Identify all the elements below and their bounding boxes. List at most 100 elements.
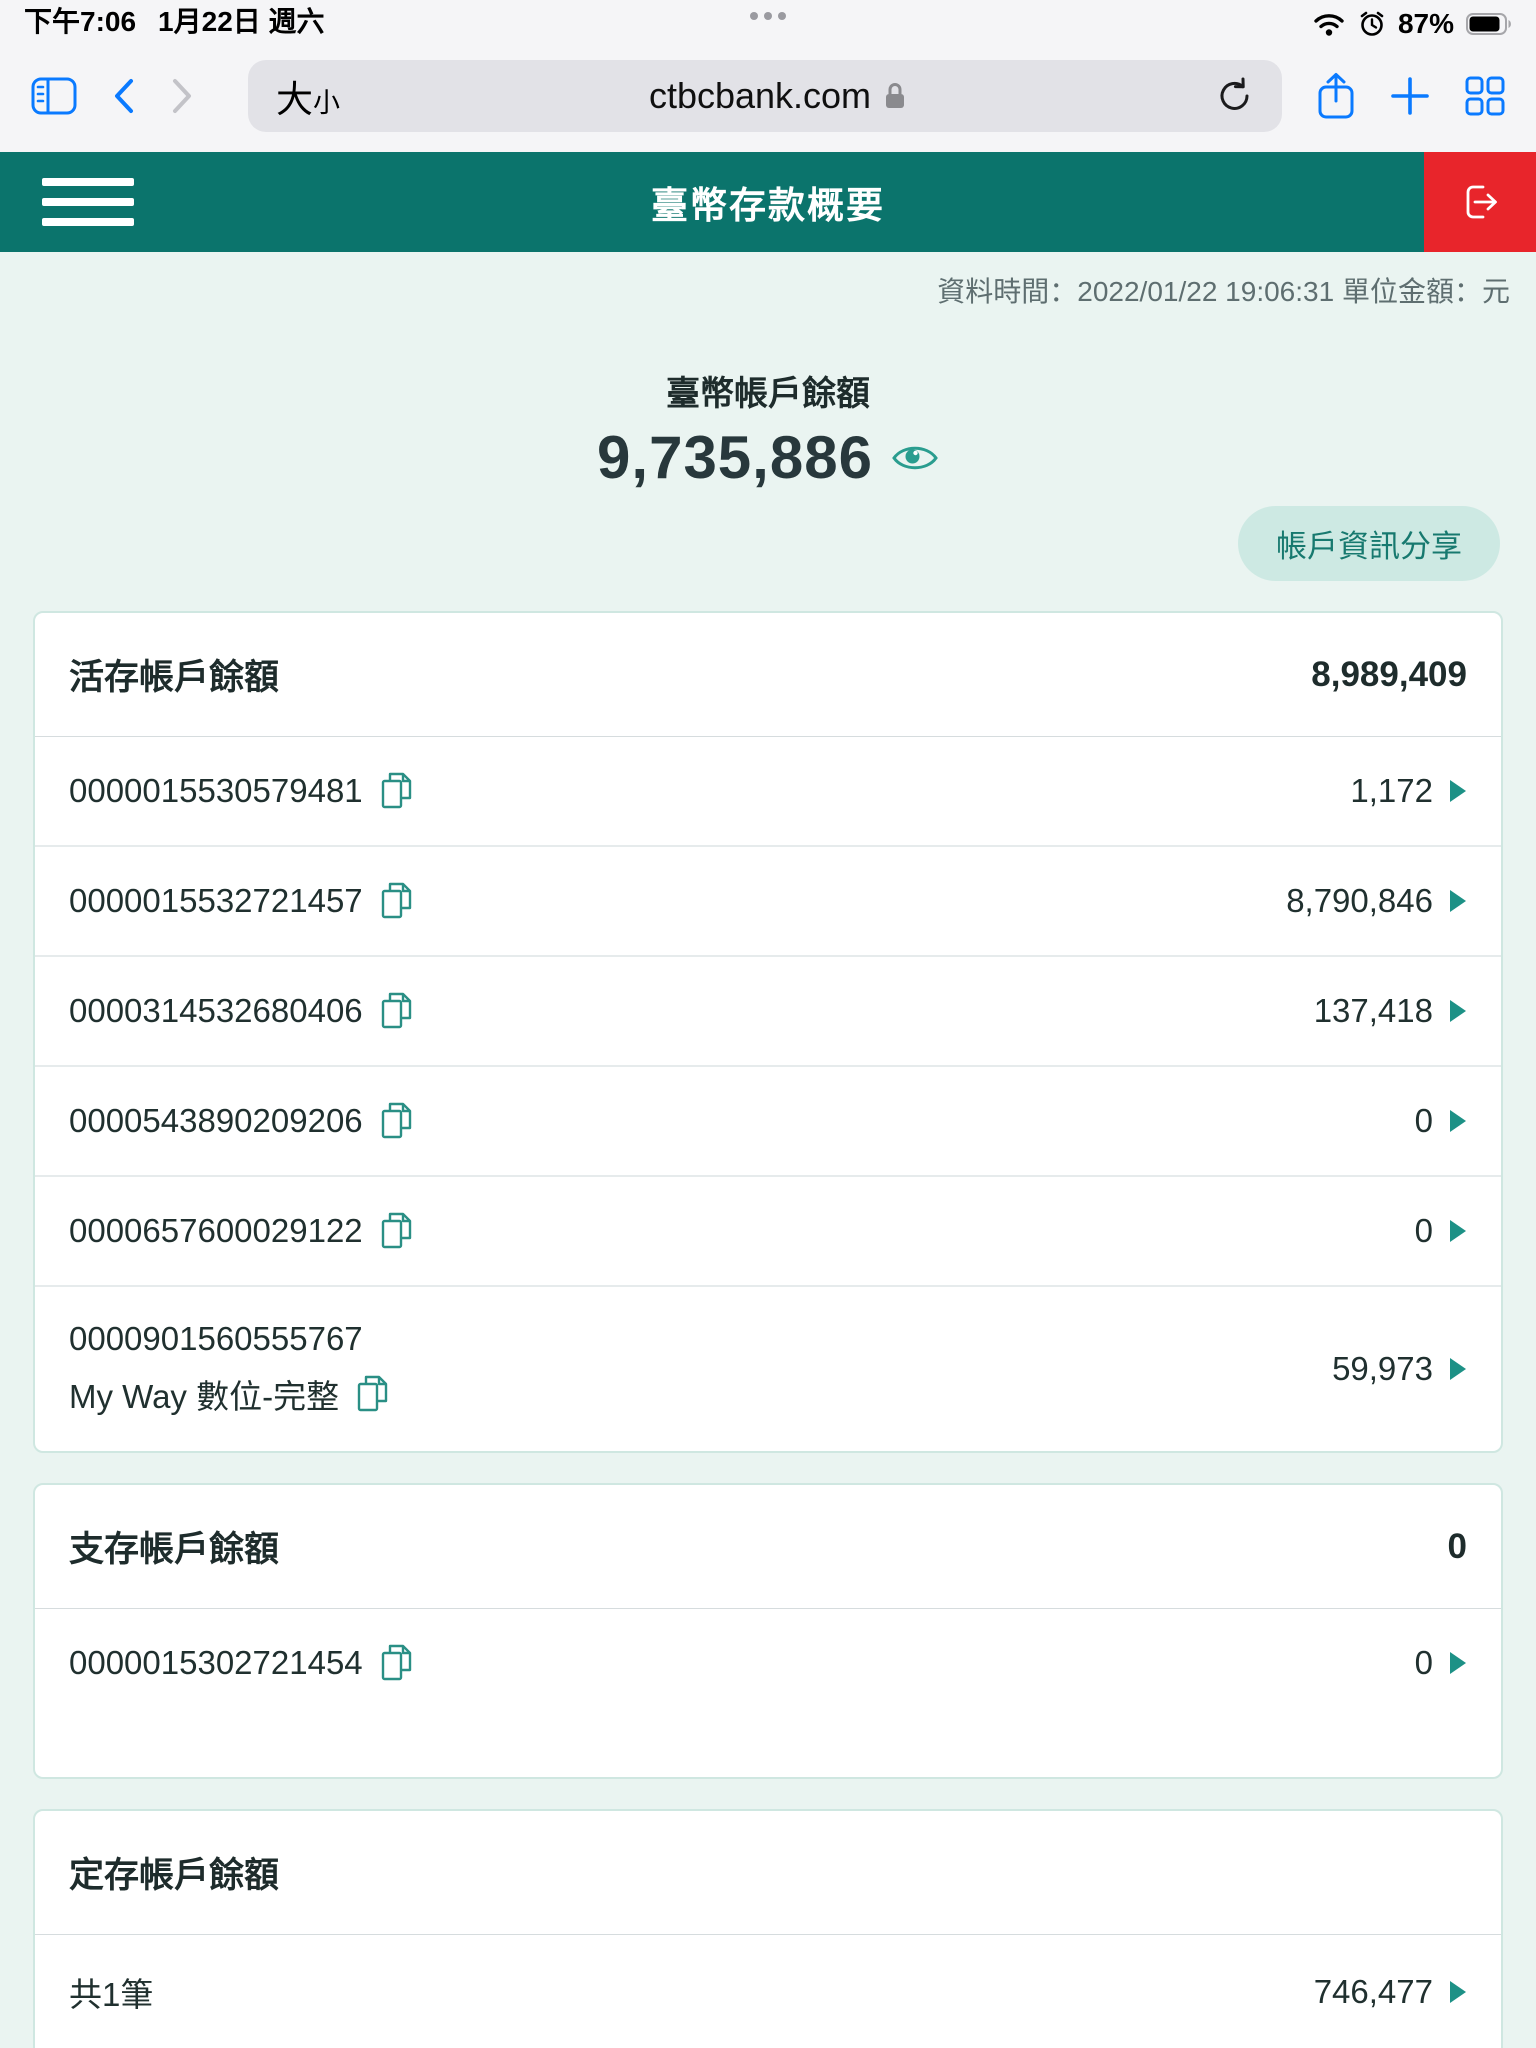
status-date: 1月22日 週六 bbox=[158, 0, 325, 40]
account-text: 0000015530579481 bbox=[69, 772, 363, 810]
card-title: 活存帳戶餘額 bbox=[69, 649, 279, 700]
account-text: My Way 數位-完整 bbox=[69, 1370, 339, 1418]
account-cell: 共1筆 bbox=[69, 1968, 153, 2016]
chevron-right-icon bbox=[1449, 1109, 1467, 1133]
text-size-button[interactable]: 大小 bbox=[276, 69, 340, 123]
url-bar[interactable]: 大小 ctbcbank.com bbox=[248, 60, 1282, 132]
account-text: 0000543890209206 bbox=[69, 1102, 363, 1140]
total-balance-amount: 9,735,886 bbox=[597, 423, 873, 492]
copy-icon[interactable] bbox=[379, 1210, 415, 1252]
wifi-icon bbox=[1312, 11, 1346, 37]
account-cell: 0000015530579481 bbox=[69, 770, 415, 812]
chevron-right-icon bbox=[1449, 779, 1467, 803]
status-time: 下午7:06 bbox=[24, 0, 136, 40]
data-time-label: 資料時間： bbox=[937, 276, 1077, 307]
battery-percent: 87% bbox=[1398, 8, 1454, 40]
chevron-right-icon bbox=[1449, 1357, 1467, 1381]
account-text: 0000015302721454 bbox=[69, 1644, 363, 1682]
card-header: 支存帳戶餘額 0 bbox=[35, 1485, 1501, 1609]
multitask-dots-icon bbox=[750, 12, 786, 20]
amount-cell: 0 bbox=[1415, 1102, 1467, 1140]
menu-icon[interactable] bbox=[42, 166, 134, 238]
copy-icon[interactable] bbox=[355, 1373, 391, 1415]
card-title: 支存帳戶餘額 bbox=[69, 1521, 279, 1572]
account-row[interactable]: 0000657600029122 0 bbox=[35, 1175, 1501, 1285]
card-total: 8,989,409 bbox=[1311, 655, 1467, 695]
copy-icon[interactable] bbox=[379, 1642, 415, 1684]
amount-cell: 8,790,846 bbox=[1286, 882, 1467, 920]
sidebar-icon[interactable] bbox=[30, 76, 78, 116]
balance-card: 支存帳戶餘額 0 0000015302721454 0 bbox=[33, 1483, 1503, 1779]
url-domain: ctbcbank.com bbox=[649, 75, 871, 117]
chevron-right-icon bbox=[1449, 1651, 1467, 1675]
account-row[interactable]: 共1筆 746,477 bbox=[35, 1935, 1501, 2048]
row-amount: 137,418 bbox=[1314, 992, 1433, 1030]
row-amount: 0 bbox=[1415, 1102, 1433, 1140]
row-amount: 8,790,846 bbox=[1286, 882, 1433, 920]
amount-cell: 746,477 bbox=[1314, 1973, 1467, 2011]
account-text: 0000015532721457 bbox=[69, 882, 363, 920]
card-rows: 共1筆 746,477 bbox=[35, 1935, 1501, 2048]
new-tab-icon[interactable] bbox=[1390, 76, 1430, 116]
eye-icon[interactable] bbox=[891, 441, 939, 475]
chevron-right-icon bbox=[1449, 1980, 1467, 2004]
account-row[interactable]: 0000314532680406 137,418 bbox=[35, 955, 1501, 1065]
share-icon[interactable] bbox=[1316, 71, 1356, 121]
account-cell: 0000543890209206 bbox=[69, 1100, 415, 1142]
account-cell: 0000314532680406 bbox=[69, 990, 415, 1032]
card-title: 定存帳戶餘額 bbox=[69, 1847, 279, 1898]
account-text: 共1筆 bbox=[69, 1968, 153, 2016]
forward-icon[interactable] bbox=[170, 78, 194, 114]
unit-label: 單位金額： bbox=[1342, 276, 1482, 307]
amount-cell: 59,973 bbox=[1332, 1350, 1467, 1388]
card-header: 活存帳戶餘額 8,989,409 bbox=[35, 613, 1501, 737]
card-header: 定存帳戶餘額 bbox=[35, 1811, 1501, 1935]
account-cell: 0000901560555767 My Way 數位-完整 bbox=[69, 1320, 391, 1418]
balance-card: 定存帳戶餘額 共1筆 746,477 bbox=[33, 1809, 1503, 2048]
lock-icon bbox=[883, 81, 907, 111]
account-row[interactable]: 0000015532721457 8,790,846 bbox=[35, 845, 1501, 955]
card-rows: 0000015302721454 0 bbox=[35, 1609, 1501, 1717]
account-row[interactable]: 0000543890209206 0 bbox=[35, 1065, 1501, 1175]
account-cell: 0000015532721457 bbox=[69, 880, 415, 922]
account-row[interactable]: 0000015530579481 1,172 bbox=[35, 737, 1501, 845]
alarm-icon bbox=[1358, 10, 1386, 38]
account-extra-line: 0000901560555767 bbox=[69, 1320, 391, 1358]
browser-chrome: 下午7:06 1月22日 週六 87% bbox=[0, 0, 1536, 152]
back-icon[interactable] bbox=[112, 78, 136, 114]
total-balance-label: 臺幣帳戶餘額 bbox=[0, 366, 1536, 415]
account-row[interactable]: 0000015302721454 0 bbox=[35, 1609, 1501, 1717]
reload-icon[interactable] bbox=[1216, 76, 1254, 116]
copy-icon[interactable] bbox=[379, 880, 415, 922]
row-amount: 0 bbox=[1415, 1212, 1433, 1250]
copy-icon[interactable] bbox=[379, 990, 415, 1032]
chevron-right-icon bbox=[1449, 1219, 1467, 1243]
amount-cell: 0 bbox=[1415, 1644, 1467, 1682]
row-amount: 746,477 bbox=[1314, 1973, 1433, 2011]
chevron-right-icon bbox=[1449, 999, 1467, 1023]
tabs-icon[interactable] bbox=[1464, 75, 1506, 117]
account-cell: 0000657600029122 bbox=[69, 1210, 415, 1252]
amount-cell: 1,172 bbox=[1350, 772, 1467, 810]
account-share-button[interactable]: 帳戶資訊分享 bbox=[1238, 506, 1500, 581]
copy-icon[interactable] bbox=[379, 770, 415, 812]
safari-toolbar: 大小 ctbcbank.com bbox=[0, 40, 1536, 152]
data-timestamp: 資料時間：2022/01/22 19:06:31 單位金額：元 bbox=[0, 252, 1536, 310]
battery-icon bbox=[1466, 13, 1512, 35]
cards: 活存帳戶餘額 8,989,409 0000015530579481 1,172 bbox=[0, 611, 1536, 2048]
app-header: 臺幣存款概要 bbox=[0, 152, 1536, 252]
account-text: 0000657600029122 bbox=[69, 1212, 363, 1250]
copy-icon[interactable] bbox=[379, 1100, 415, 1142]
status-bar: 下午7:06 1月22日 週六 87% bbox=[0, 0, 1536, 40]
amount-cell: 0 bbox=[1415, 1212, 1467, 1250]
amount-cell: 137,418 bbox=[1314, 992, 1467, 1030]
account-row[interactable]: 0000901560555767 My Way 數位-完整 59,973 bbox=[35, 1285, 1501, 1451]
unit-value: 元 bbox=[1482, 276, 1510, 307]
logout-button[interactable] bbox=[1424, 152, 1536, 252]
page-title: 臺幣存款概要 bbox=[651, 175, 885, 229]
card-total: 0 bbox=[1448, 1527, 1467, 1567]
account-cell: 0000015302721454 bbox=[69, 1642, 415, 1684]
account-text: 0000314532680406 bbox=[69, 992, 363, 1030]
balance-card: 活存帳戶餘額 8,989,409 0000015530579481 1,172 bbox=[33, 611, 1503, 1453]
chevron-right-icon bbox=[1449, 889, 1467, 913]
